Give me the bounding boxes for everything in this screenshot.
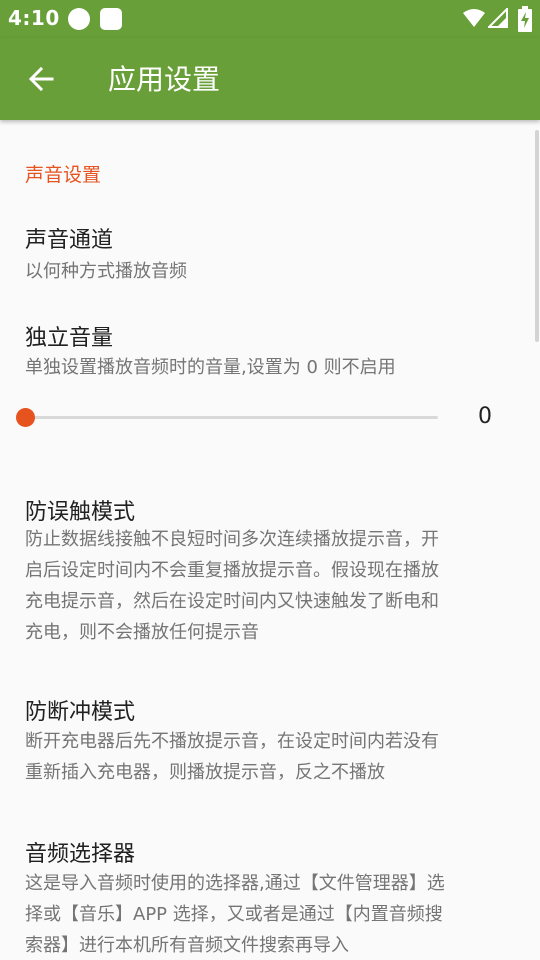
- page-title: 应用设置: [108, 63, 221, 96]
- pref-anti-disconnect-title: 防断冲模式: [25, 700, 136, 725]
- volume-seekbar-thumb[interactable]: [15, 408, 35, 427]
- volume-seekbar-track[interactable]: [25, 416, 438, 419]
- summary-line: 这是导入音频时使用的选择器,通过【文件管理器】选: [25, 873, 445, 894]
- pref-audio-picker-summary: 这是导入音频时使用的选择器,通过【文件管理器】选 择或【音乐】APP 选择，又或…: [25, 868, 515, 960]
- section-header-sound: 声音设置: [25, 164, 102, 186]
- pref-anti-disconnect-summary: 断开充电器后先不播放提示音，在设定时间内若没有 重新插入充电器，则播放提示音，反…: [25, 726, 515, 788]
- summary-line: 防止数据线接触不良短时间多次连续播放提示音，开: [25, 529, 439, 550]
- app-bar: 应用设置: [0, 38, 540, 120]
- scrollbar[interactable]: [535, 130, 539, 342]
- pref-anti-false-touch-title: 防误触模式: [25, 500, 136, 525]
- pref-independent-volume: 独立音量 单独设置播放音频时的音量,设置为 0 则不启用: [0, 310, 535, 390]
- volume-value: 0: [478, 404, 492, 429]
- settings-list[interactable]: 声音设置 声音通道 以何种方式播放音频 独立音量 单独设置播放音频时的音量,设置…: [0, 120, 540, 960]
- pref-independent-volume-summary: 单独设置播放音频时的音量,设置为 0 则不启用: [25, 357, 396, 378]
- summary-line: 择或【音乐】APP 选择，又或者是通过【内置音频搜: [25, 904, 443, 925]
- pref-anti-disconnect[interactable]: 防断冲模式 断开充电器后先不播放提示音，在设定时间内若没有 重新插入充电器，则播…: [0, 690, 535, 800]
- battery-charging-icon: [518, 6, 532, 32]
- summary-line: 充电，则不会播放任何提示音: [25, 622, 259, 643]
- status-bar: 4:10: [0, 0, 540, 38]
- pref-audio-picker[interactable]: 音频选择器 这是导入音频时使用的选择器,通过【文件管理器】选 择或【音乐】APP…: [0, 832, 535, 960]
- summary-line: 重新插入充电器，则播放提示音，反之不播放: [25, 762, 385, 783]
- summary-line: 断开充电器后先不播放提示音，在设定时间内若没有: [25, 731, 439, 752]
- pref-anti-false-touch-summary: 防止数据线接触不良短时间多次连续播放提示音，开 启后设定时间内不会重复播放提示音…: [25, 524, 515, 648]
- summary-line: 索器】进行本机所有音频文件搜索再导入: [25, 935, 349, 956]
- pref-independent-volume-title: 独立音量: [25, 326, 114, 351]
- summary-line: 启后设定时间内不会重复播放提示音。假设现在播放: [25, 560, 439, 581]
- arrow-left-icon: [28, 66, 54, 92]
- notification-circle-icon: [68, 8, 90, 30]
- pref-anti-false-touch[interactable]: 防误触模式 防止数据线接触不良短时间多次连续播放提示音，开 启后设定时间内不会重…: [0, 484, 535, 654]
- wifi-icon: [463, 9, 485, 27]
- pref-sound-channel-summary: 以何种方式播放音频: [25, 261, 187, 282]
- back-button[interactable]: [16, 56, 66, 102]
- pref-sound-channel[interactable]: 声音通道 以何种方式播放音频: [0, 212, 535, 292]
- status-time: 4:10: [8, 6, 60, 30]
- notification-square-icon: [100, 8, 122, 30]
- summary-line: 充电提示音，然后在设定时间内又快速触发了断电和: [25, 591, 439, 612]
- pref-sound-channel-title: 声音通道: [25, 228, 114, 253]
- pref-audio-picker-title: 音频选择器: [25, 842, 136, 867]
- cell-signal-icon: [488, 8, 508, 28]
